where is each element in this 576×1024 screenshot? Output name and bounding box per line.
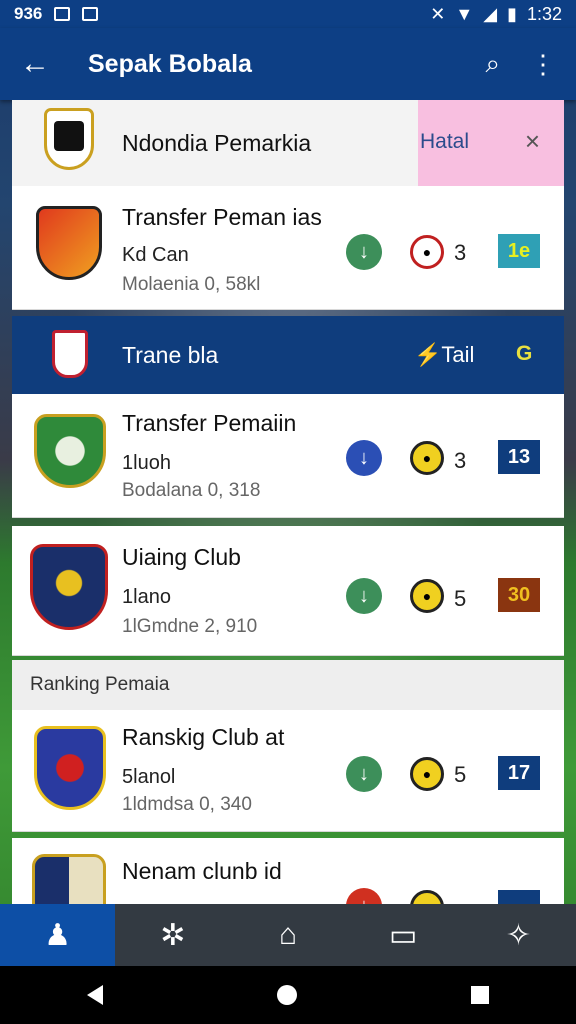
list-item[interactable]: Transfer Pemaiin 1luoh Bodalana 0, 318 ↓… [12, 394, 564, 518]
club-logo [36, 206, 102, 280]
club-name: Nenam clunb id [122, 858, 282, 884]
band-action[interactable]: ⚡Tail [414, 342, 474, 368]
bottom-nav: ♟ ✲ ⌂ ▭ ✧ [0, 904, 576, 966]
section-header: Ranking Pemaia [12, 660, 564, 710]
club-meta: 1ldmdsa 0, 340 [122, 794, 252, 815]
nav-ball-icon[interactable]: ✲ [115, 904, 230, 966]
list-item[interactable]: Nenam clunb id ↓ ● [12, 838, 564, 904]
battery-icon: ▮ [507, 3, 517, 24]
system-recents-icon[interactable] [471, 986, 489, 1004]
transfer-arrow-icon[interactable]: ↓ [346, 578, 382, 614]
club-list: Ndondia Pemarkia Hatal × Transfer Peman … [12, 100, 564, 904]
club-logo [34, 414, 106, 488]
nav-user-icon[interactable]: ✧ [461, 904, 576, 966]
nav-players-icon[interactable]: ♟ [0, 904, 116, 966]
nav-message-icon[interactable]: ▭ [346, 904, 461, 966]
mute-icon: ✕ [430, 3, 446, 24]
camera-icon [82, 7, 99, 21]
club-meta: 1lGmdne 2, 910 [122, 616, 258, 637]
clock: 1:32 [526, 3, 562, 24]
club-meta: Molaenia 0, 58kl [122, 274, 261, 295]
more-vert-icon[interactable]: ⋮ [530, 49, 556, 80]
band-name: Trane bla [122, 342, 219, 368]
count-value: 3 [454, 240, 467, 265]
highlight-row[interactable]: Trane bla ⚡Tail G [12, 316, 564, 394]
club-logo [52, 330, 88, 378]
list-item[interactable]: Uiaing Club 1lano 1lGmdne 2, 910 ↓ ● 5 3… [12, 526, 564, 656]
flash-icon: ⚡ [414, 342, 442, 367]
club-logo [44, 108, 94, 170]
app-bar: ← Sepak Bobala ⌕ ⋮ [0, 28, 576, 100]
status-bar: 936 ✕ ▼ ◢ ▮ 1:32 [0, 0, 576, 28]
club-sub: 1luoh [122, 452, 171, 474]
signal-icon: ◢ [483, 3, 498, 24]
count-value: 5 [454, 586, 467, 611]
count-value: 3 [454, 448, 467, 473]
list-item-name: Ndondia Pemarkia [122, 130, 312, 156]
transfer-arrow-icon[interactable]: ↓ [346, 440, 382, 476]
club-name: Transfer Peman ias [122, 204, 322, 230]
score-badge: 1e [498, 234, 540, 268]
club-sub: Kd Can [122, 244, 189, 266]
search-icon[interactable]: ⌕ [485, 48, 500, 80]
gallery-icon [54, 7, 71, 21]
count-value: 5 [454, 762, 467, 787]
list-item-swiped[interactable]: Ndondia Pemarkia Hatal × [12, 100, 564, 186]
club-name: Uiaing Club [122, 544, 241, 570]
ball-icon: ● [410, 441, 444, 475]
ball-icon: ● [410, 757, 444, 791]
club-meta: Bodalana 0, 318 [122, 480, 261, 501]
system-back-icon[interactable] [87, 985, 103, 1005]
transfer-arrow-icon[interactable]: ↓ [346, 234, 382, 270]
score-badge: 17 [498, 756, 540, 790]
transfer-arrow-icon[interactable]: ↓ [346, 756, 382, 792]
app-title: Sepak Bobala [88, 49, 252, 78]
wifi-icon: ▼ [455, 3, 474, 24]
club-crest-icon [54, 121, 84, 151]
score-badge: 30 [498, 578, 540, 612]
club-sub: 5lanol [122, 766, 176, 788]
club-logo [34, 726, 106, 810]
club-name: Transfer Pemaiin [122, 410, 297, 436]
status-left-text: 936 [14, 4, 43, 23]
list-item[interactable]: Transfer Peman ias Kd Can Molaenia 0, 58… [12, 186, 564, 310]
swipe-action-panel[interactable]: Hatal × [418, 100, 564, 186]
band-action-label: Tail [441, 342, 475, 367]
ball-icon: ● [410, 890, 444, 904]
nav-home-icon[interactable]: ⌂ [230, 904, 345, 966]
score-badge [498, 890, 540, 904]
ball-icon: ● [410, 235, 444, 269]
band-value: G [516, 342, 533, 365]
hatal-action-label[interactable]: Hatal [420, 130, 469, 154]
score-badge: 13 [498, 440, 540, 474]
club-sub: 1lano [122, 586, 171, 608]
system-nav-bar [0, 966, 576, 1024]
system-home-icon[interactable] [277, 985, 297, 1005]
transfer-arrow-icon[interactable]: ↓ [346, 888, 382, 904]
back-arrow-icon[interactable]: ← [20, 47, 68, 81]
club-logo [32, 854, 106, 904]
ball-icon: ● [410, 579, 444, 613]
list-item[interactable]: Ranskig Club at 5lanol 1ldmdsa 0, 340 ↓ … [12, 710, 564, 832]
club-name: Ranskig Club at [122, 724, 285, 750]
close-icon[interactable]: × [525, 126, 540, 157]
club-logo [30, 544, 108, 630]
